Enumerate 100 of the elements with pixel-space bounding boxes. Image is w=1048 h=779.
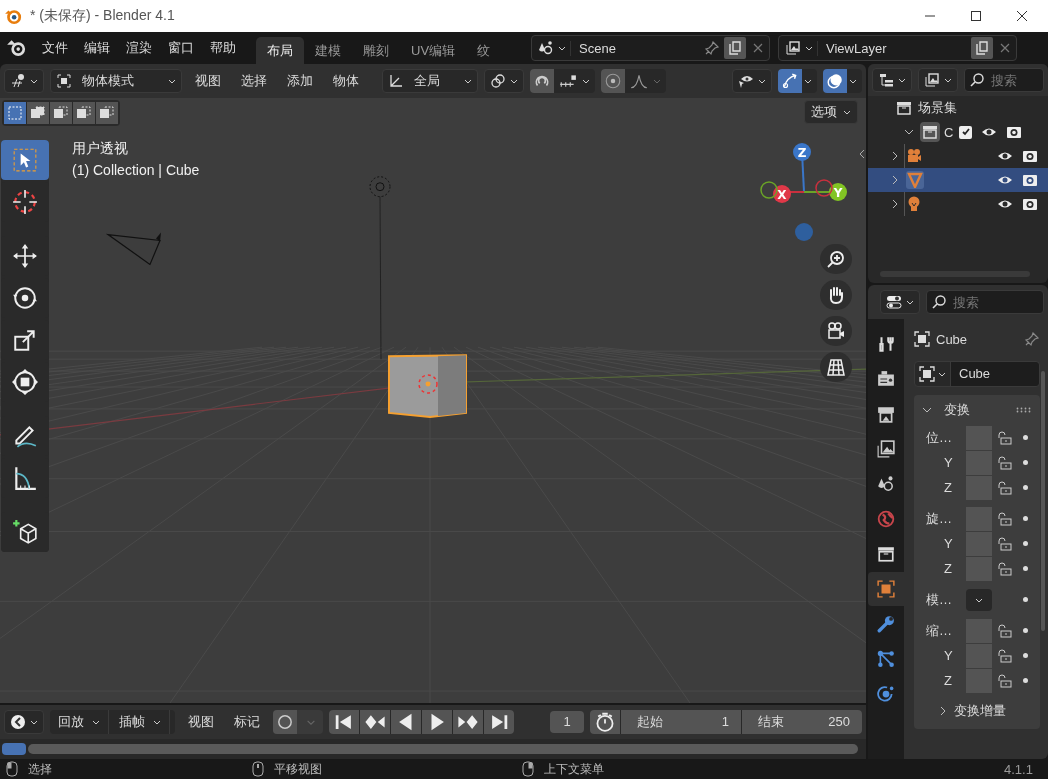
select-mode-button[interactable] [50, 102, 72, 124]
timeline-scrollbar[interactable] [28, 744, 858, 754]
panel-title[interactable]: 变换 [938, 401, 1010, 419]
jump-end-icon[interactable] [484, 710, 514, 734]
keyframe-dot[interactable] [1022, 678, 1028, 683]
header-menu[interactable]: 标记 [227, 713, 267, 731]
next-keyframe-icon[interactable] [453, 710, 483, 734]
chevron-icon[interactable] [938, 706, 948, 716]
workspace-tab[interactable]: 布局 [256, 37, 304, 64]
scene-collection-label[interactable]: 场景集 [918, 99, 957, 117]
play-reverse-icon[interactable] [391, 710, 421, 734]
keyframe-dot[interactable] [1022, 485, 1028, 490]
pin-icon[interactable] [1024, 331, 1040, 347]
visibility-dropdown[interactable] [732, 69, 772, 93]
search-box[interactable]: 搜索 [964, 68, 1044, 92]
lock-icon[interactable] [996, 429, 1012, 446]
keyframe-dot[interactable] [1022, 628, 1028, 633]
zoom-button[interactable] [820, 244, 852, 274]
lock-icon[interactable] [996, 510, 1012, 527]
play-icon[interactable] [422, 710, 452, 734]
view-layer-selector[interactable]: ViewLayer [778, 35, 1017, 61]
keyframe-dot[interactable] [1022, 541, 1028, 546]
camera-icon[interactable] [1006, 124, 1023, 140]
chevron-icon[interactable] [890, 199, 900, 209]
keyframe-dot[interactable] [1022, 597, 1028, 602]
maximize-icon[interactable] [970, 10, 982, 22]
current-frame-field[interactable]: 1 [550, 711, 584, 733]
scene-selector[interactable]: Scene [531, 35, 770, 61]
chevron-icon[interactable] [922, 405, 932, 415]
options-dropdown[interactable]: 选项 [804, 100, 858, 124]
chevron-icon[interactable] [890, 151, 900, 161]
camera-icon[interactable] [1022, 196, 1038, 212]
header-menu[interactable]: 视图 [188, 72, 228, 90]
collection-label[interactable]: C [944, 124, 954, 140]
menu-item[interactable]: 窗口 [160, 39, 202, 57]
header-menu[interactable]: 添加 [280, 72, 320, 90]
search-input[interactable]: 搜索 [989, 71, 1039, 89]
pin-icon[interactable] [704, 40, 720, 56]
lock-icon[interactable] [996, 535, 1012, 552]
timeline-dropdown[interactable]: 插帧 [111, 710, 170, 734]
menu-item[interactable]: 文件 [34, 39, 76, 57]
exclude-checkbox[interactable] [959, 125, 973, 139]
ortho-view-button[interactable] [820, 352, 852, 382]
mode-dropdown[interactable]: 物体模式 [50, 69, 182, 93]
keyframe-dot[interactable] [1022, 516, 1028, 521]
camera-icon[interactable] [1022, 148, 1038, 164]
keyframe-dot[interactable] [1022, 460, 1028, 465]
editor-type-button[interactable] [4, 710, 44, 734]
camera-icon[interactable] [1022, 172, 1038, 188]
pivot-dropdown[interactable] [484, 69, 524, 93]
jump-start-icon[interactable] [329, 710, 359, 734]
lock-icon[interactable] [996, 479, 1012, 496]
chevron-icon[interactable] [890, 175, 900, 185]
workspace-tab[interactable]: 雕刻 [352, 37, 400, 64]
keyframe-dot[interactable] [1022, 566, 1028, 571]
copy-icon[interactable] [724, 37, 746, 59]
search-box[interactable]: 搜索 [926, 290, 1044, 314]
select-mode-button[interactable] [73, 102, 95, 124]
header-menu[interactable]: 选择 [234, 72, 274, 90]
header-menu[interactable]: 物体 [326, 72, 366, 90]
display-mode-dropdown[interactable] [872, 68, 912, 92]
workspace-tab[interactable]: 建模 [304, 37, 352, 64]
overlay-icon[interactable] [823, 69, 847, 93]
keyframe-dot[interactable] [1022, 435, 1028, 440]
lock-icon[interactable] [996, 454, 1012, 471]
lock-icon[interactable] [996, 672, 1012, 689]
record-icon[interactable] [273, 710, 297, 734]
previous-keyframe-icon[interactable] [360, 710, 390, 734]
menu-item[interactable]: 帮助 [202, 39, 244, 57]
filter-dropdown[interactable] [918, 68, 958, 92]
collection-icon-button[interactable] [920, 122, 940, 142]
camera-view-button[interactable] [820, 316, 852, 346]
timeline-dropdown[interactable]: 回放 [50, 710, 109, 734]
blender-logo-icon[interactable] [6, 39, 26, 57]
magnet-icon[interactable] [530, 69, 554, 93]
workspace-tab[interactable]: UV编辑 [400, 37, 467, 64]
select-mode-button[interactable] [96, 102, 118, 124]
workspace-tab[interactable]: 纹 [466, 37, 502, 64]
pan-button[interactable] [820, 280, 852, 310]
keyframe-dot[interactable] [1022, 653, 1028, 658]
proportional-edit-icon[interactable] [601, 69, 625, 93]
end-frame-field[interactable]: 结束 250 [742, 710, 862, 734]
menu-item[interactable]: 编辑 [76, 39, 118, 57]
copy-icon[interactable] [971, 37, 993, 59]
select-mode-button[interactable] [27, 102, 49, 124]
chevron-icon[interactable] [904, 127, 914, 137]
subpanel-title[interactable]: 变换增量 [954, 702, 1006, 720]
editor-type-button[interactable] [880, 290, 920, 314]
header-menu[interactable]: 视图 [181, 713, 221, 731]
lock-icon[interactable] [996, 647, 1012, 664]
drag-handle-icon[interactable] [1016, 407, 1032, 413]
lock-icon[interactable] [996, 560, 1012, 577]
stopwatch-icon[interactable] [590, 710, 620, 734]
editor-type-button[interactable] [4, 69, 44, 93]
outliner-row[interactable] [868, 168, 1048, 192]
gizmo-icon[interactable] [778, 69, 802, 93]
lock-icon[interactable] [996, 622, 1012, 639]
start-frame-field[interactable]: 起始 1 [621, 710, 741, 734]
menu-item[interactable]: 渲染 [118, 39, 160, 57]
search-input[interactable]: 搜索 [951, 293, 1039, 311]
